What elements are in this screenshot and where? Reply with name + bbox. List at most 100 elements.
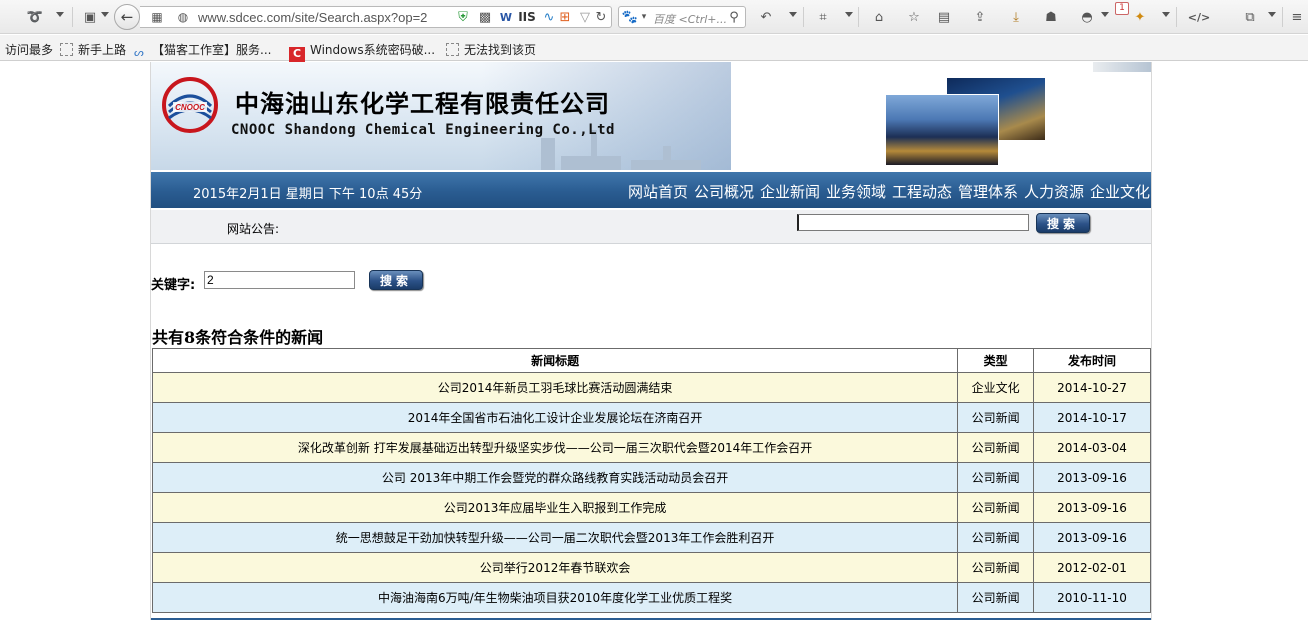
picture-icon[interactable]: ▣ [81, 8, 99, 26]
table-header-row: 新闻标题 类型 发布时间 [151, 348, 1151, 373]
menu-icon[interactable]: ≡ [1288, 8, 1306, 26]
toolbar-divider [1176, 7, 1177, 27]
toolbar-divider [1282, 7, 1283, 27]
notice-bar: 网站公告: 搜索 [151, 210, 1151, 244]
window-icon[interactable]: ⧉ [1241, 8, 1259, 26]
reload-icon[interactable]: ↻ [592, 8, 610, 26]
news-type: 公司新闻 [957, 552, 1035, 583]
chevron-down-icon[interactable] [845, 12, 853, 17]
chevron-down-icon[interactable] [56, 12, 64, 17]
news-type: 公司新闻 [957, 462, 1035, 493]
bookmark-windows-password[interactable]: C Windows系统密码破... [289, 41, 435, 63]
undo-icon[interactable]: ↶ [757, 8, 775, 26]
browser-search-bar[interactable]: 🐾 ▾ 百度 <Ctrl+... ⚲ [618, 6, 746, 28]
keyword-search-button[interactable]: 搜索 [369, 270, 423, 290]
bookmark-label: 访问最多 [5, 43, 54, 57]
bookmark-label: 新手上路 [78, 43, 127, 57]
site-search-input[interactable] [797, 214, 1029, 231]
news-title-link[interactable]: 统一思想鼓足干劲加快转型升级——公司一届二次职代会暨2013年工作会胜利召开 [151, 522, 959, 553]
cnooc-logo-icon: CNOOC [162, 77, 218, 133]
bookmark-most-visited[interactable]: 访问最多 [5, 41, 53, 58]
toolbar-divider [803, 7, 804, 27]
news-type: 公司新闻 [957, 492, 1035, 523]
notification-badge[interactable]: 1 [1115, 2, 1129, 15]
crop-icon[interactable]: ⌗ [814, 8, 832, 26]
chevron-down-icon[interactable] [789, 12, 797, 17]
news-title-link[interactable]: 公司 2013年中期工作会暨党的群众路线教育实践活动动员会召开 [151, 462, 959, 493]
chevron-down-icon[interactable] [1101, 12, 1109, 17]
helmet-icon[interactable]: ◓ [1078, 8, 1096, 26]
toolbar-divider [72, 7, 73, 27]
link-icon: ᔕ [134, 46, 144, 59]
news-date: 2014-10-27 [1033, 372, 1151, 403]
browser-search-placeholder[interactable]: 百度 <Ctrl+... [653, 11, 727, 27]
bookmark-maoke-studio[interactable]: ᔕ 【猫客工作室】服务... [134, 41, 271, 59]
qr-code-icon[interactable]: ▩ [476, 8, 494, 26]
swirl-icon[interactable]: ➰ [26, 8, 44, 26]
news-date: 2014-10-17 [1033, 402, 1151, 433]
refinery-night-photo [885, 94, 999, 166]
news-title-link[interactable]: 公司2013年应届毕业生入职报到工作完成 [151, 492, 959, 523]
nav-corporate-culture[interactable]: 企业文化 [1090, 181, 1150, 202]
chevron-down-icon[interactable]: ▾ [635, 8, 653, 26]
star-icon[interactable]: ☆ [905, 8, 923, 26]
nav-company-overview[interactable]: 公司概况 [694, 181, 754, 202]
grid-icon[interactable]: ▦ [148, 8, 166, 26]
plant-silhouette [663, 146, 671, 170]
news-title-link[interactable]: 公司举行2012年春节联欢会 [151, 552, 959, 583]
globe-icon: ◍ [177, 10, 189, 24]
magnifier-icon[interactable]: ⚲ [725, 8, 743, 26]
nav-home[interactable]: 网站首页 [628, 181, 688, 202]
home-icon[interactable]: ⌂ [870, 8, 888, 26]
news-type: 公司新闻 [957, 432, 1035, 463]
table-row: 公司2013年应届毕业生入职报到工作完成 公司新闻 2013-09-16 [151, 492, 1151, 523]
site-search-button[interactable]: 搜索 [1036, 213, 1090, 233]
nav-human-resources[interactable]: 人力资源 [1024, 181, 1084, 202]
table-row: 2014年全国省市石油化工设计企业发展论坛在济南召开 公司新闻 2014-10-… [151, 402, 1151, 433]
news-date: 2013-09-16 [1033, 492, 1151, 523]
result-summary: 共有8条符合条件的新闻 [152, 328, 324, 347]
url-bar[interactable]: ▦ ◍ www.sdcec.com/site/Search.aspx?op=2 … [140, 6, 612, 28]
chevron-down-icon[interactable] [101, 12, 109, 17]
news-date: 2012-02-01 [1033, 552, 1151, 583]
url-text[interactable]: www.sdcec.com/site/Search.aspx?op=2 [198, 10, 427, 25]
banner-background: CNOOC 中海油山东化学工程有限责任公司 CNOOC Shandong Che… [151, 62, 731, 170]
chevron-down-icon[interactable] [1162, 12, 1170, 17]
nav-business-areas[interactable]: 业务领域 [826, 181, 886, 202]
nav-project-updates[interactable]: 工程动态 [892, 181, 952, 202]
download-icon[interactable]: ⤓ [1007, 8, 1025, 26]
nav-management-system[interactable]: 管理体系 [958, 181, 1018, 202]
news-title-link[interactable]: 公司2014年新员工羽毛球比赛活动圆满结束 [151, 372, 959, 403]
news-title-link[interactable]: 中海油海南6万吨/年生物柴油项目获2010年度化学工业优质工程奖 [151, 582, 959, 613]
bookmark-page-not-found[interactable]: 无法找到该页 [446, 41, 536, 58]
results-table: 新闻标题 类型 发布时间 公司2014年新员工羽毛球比赛活动圆满结束 企业文化 … [151, 348, 1151, 613]
news-type: 公司新闻 [957, 522, 1035, 553]
nav-company-news[interactable]: 企业新闻 [760, 181, 820, 202]
keyword-input[interactable] [204, 271, 355, 289]
news-date: 2013-09-16 [1033, 522, 1151, 553]
iis-icon[interactable]: IIS [518, 8, 536, 26]
news-title-link[interactable]: 深化改革创新 打牢发展基础迈出转型升级坚实步伐——公司一届三次职代会暨2014年… [151, 432, 959, 463]
site-banner: CNOOC 中海油山东化学工程有限责任公司 CNOOC Shandong Che… [151, 62, 1151, 170]
page-icon [446, 43, 459, 56]
shield-icon[interactable]: ⛨ [454, 8, 472, 26]
word-icon[interactable]: W [497, 8, 515, 26]
back-button[interactable]: ← [114, 4, 140, 30]
header-type: 类型 [957, 348, 1035, 373]
windows-icon[interactable]: ⊞ [556, 8, 574, 26]
chevron-down-icon[interactable] [1268, 12, 1276, 17]
news-date: 2014-03-04 [1033, 432, 1151, 463]
share-icon[interactable]: ⇪ [971, 8, 989, 26]
company-name-cn: 中海油山东化学工程有限责任公司 [235, 90, 610, 118]
table-row: 公司2014年新员工羽毛球比赛活动圆满结束 企业文化 2014-10-27 [151, 372, 1151, 403]
bookmark-getting-started[interactable]: 新手上路 [60, 41, 126, 58]
news-type: 企业文化 [957, 372, 1035, 403]
notice-label: 网站公告: [227, 222, 280, 236]
news-title-link[interactable]: 2014年全国省市石油化工设计企业发展论坛在济南召开 [151, 402, 959, 433]
main-navbar: 2015年2月1日 星期日 下午 10点 45分 网站首页 公司概况 企业新闻 … [151, 172, 1151, 208]
current-datetime: 2015年2月1日 星期日 下午 10点 45分 [193, 187, 423, 202]
clipboard-icon[interactable]: ▤ [935, 8, 953, 26]
devtools-icon[interactable]: </> [1186, 8, 1212, 26]
user-icon[interactable]: ☗ [1042, 8, 1060, 26]
extension-icon[interactable]: ✦ [1131, 8, 1149, 26]
